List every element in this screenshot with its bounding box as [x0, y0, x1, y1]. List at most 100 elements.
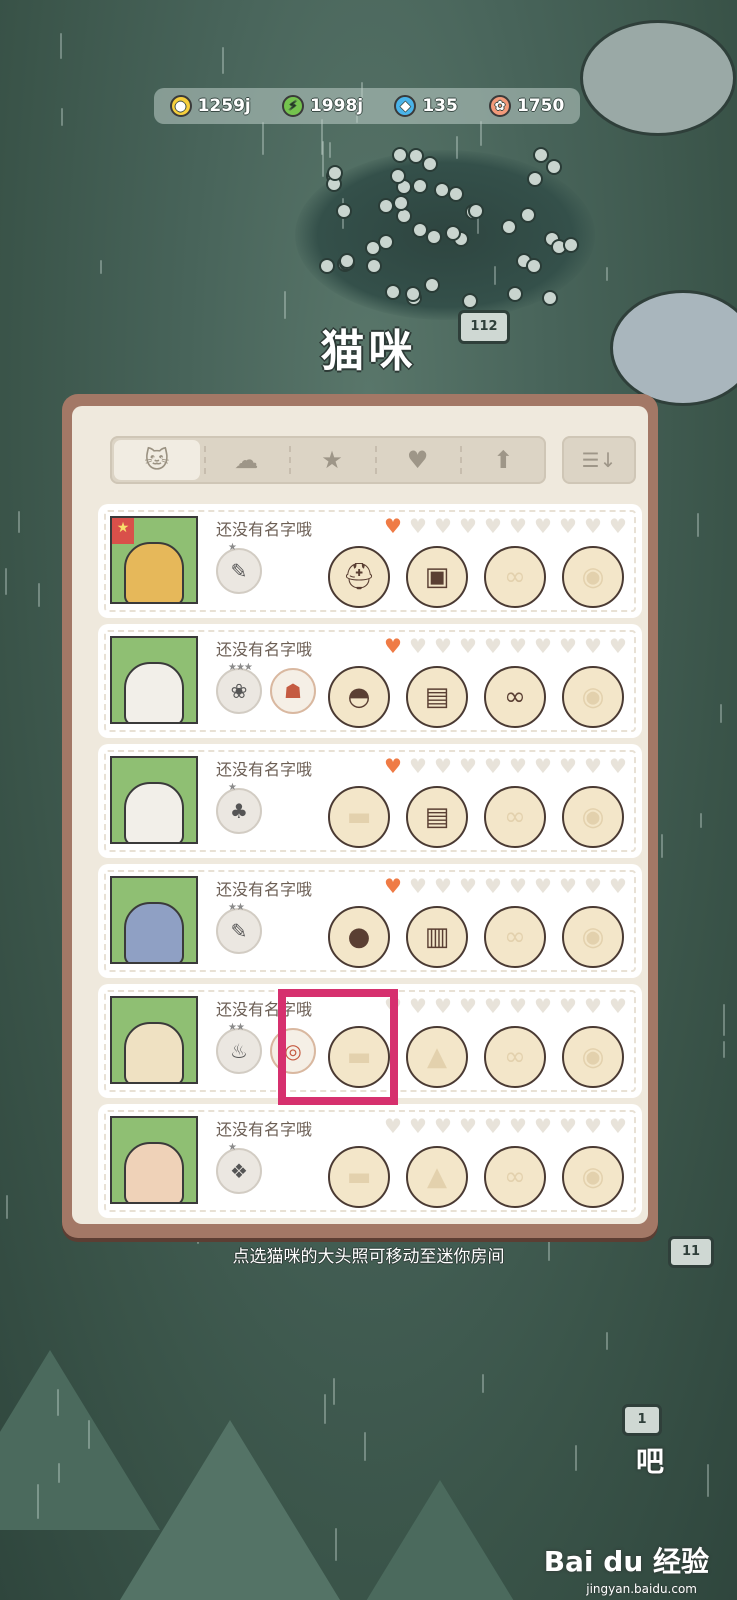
heart-icon: ♥: [559, 514, 577, 538]
resource-item[interactable]: ✿ 1750: [489, 95, 564, 117]
cat-portrait[interactable]: [110, 996, 198, 1084]
glasses-slot[interactable]: ∞: [484, 1026, 546, 1088]
carrot-skill-icon[interactable]: ✎ ★★: [216, 902, 262, 954]
tab-affection[interactable]: ♥: [374, 436, 461, 484]
heart-icon: ♥: [609, 1114, 627, 1138]
glasses-slot[interactable]: ∞: [484, 906, 546, 968]
equipment-icon: ∞: [504, 1042, 526, 1072]
equipment-icon: ⛑: [342, 562, 376, 592]
heart-icon: ♥: [384, 754, 402, 778]
pineapple-skill-icon[interactable]: ❖ ★: [216, 1142, 262, 1194]
tab-cats[interactable]: 🐱: [114, 440, 200, 480]
raindrop: [364, 1432, 367, 1462]
glasses-slot[interactable]: ∞: [484, 786, 546, 848]
hat-slot[interactable]: ▬: [328, 786, 390, 848]
equipment-icon: ▥: [424, 922, 450, 952]
glasses-slot[interactable]: ∞: [484, 1146, 546, 1208]
heart-icon: ♥: [409, 514, 427, 538]
clothes-slot[interactable]: ▲: [406, 1146, 468, 1208]
glasses-slot[interactable]: ∞: [484, 666, 546, 728]
accessory-slot[interactable]: ◉: [562, 666, 624, 728]
resource-value: 1259j: [197, 96, 251, 116]
heart-icon: ♥: [459, 994, 477, 1018]
accessory-slot[interactable]: ◉: [562, 906, 624, 968]
cat-skill-icon[interactable]: ❀ ★★★: [216, 662, 262, 714]
cat-avatar: [124, 1022, 184, 1082]
cat-icon: 🐱: [144, 446, 170, 474]
chef-hat-icon: ☁: [234, 446, 259, 474]
equipment-icon: ∞: [504, 1162, 526, 1192]
gem-icon: ◆: [394, 95, 417, 117]
heart-icon: ♥: [409, 1114, 427, 1138]
cat-portrait[interactable]: [110, 636, 198, 724]
raindrop: [37, 583, 40, 608]
arrow-up-icon: ⬆: [493, 446, 514, 474]
affection-hearts: ♥ ♥ ♥ ♥ ♥ ♥ ♥ ♥ ♥ ♥: [384, 516, 631, 536]
glasses-slot[interactable]: ∞: [484, 546, 546, 608]
hat-slot[interactable]: ⛑: [328, 546, 390, 608]
clothes-slot[interactable]: ▤: [406, 786, 468, 848]
clothes-slot[interactable]: ▣: [406, 546, 468, 608]
pine-tree: [120, 1420, 340, 1600]
accessory-slot[interactable]: ◉: [562, 1146, 624, 1208]
cat-row: ★ 还没有名字哦 ♥ ♥ ♥ ♥ ♥ ♥ ♥ ♥ ♥ ♥ ✎ ★ ⛑ ▣ ∞ ◉: [100, 506, 640, 616]
accessory-slot[interactable]: ◉: [562, 546, 624, 608]
heart-icon: ♥: [534, 514, 552, 538]
skill-icon[interactable]: ✎ ★: [216, 542, 262, 594]
hat-slot[interactable]: ◓: [328, 666, 390, 728]
cat-portrait[interactable]: [110, 756, 198, 844]
accessory-slot[interactable]: ◉: [562, 786, 624, 848]
flower: [379, 199, 392, 212]
flower: [328, 166, 341, 179]
heart-icon: ♥: [459, 754, 477, 778]
cat-portrait[interactable]: ★: [110, 516, 198, 604]
cat-name: 还没有名字哦: [216, 640, 313, 659]
skill-glyph: ✎: [230, 919, 248, 943]
heart-icon: ♥: [584, 1114, 602, 1138]
heart-icon: ♥: [584, 634, 602, 658]
cat-name: 还没有名字哦: [216, 880, 313, 899]
clothes-slot[interactable]: ▥: [406, 906, 468, 968]
tab-level[interactable]: ⬆: [460, 436, 546, 484]
heart-icon: ♥: [584, 874, 602, 898]
resource-item[interactable]: ● 1259j: [169, 95, 251, 117]
heart-icon: ♥: [434, 874, 452, 898]
equipment-icon: ▬: [346, 802, 372, 832]
heart-icon: ♥: [484, 634, 502, 658]
cat-row: 还没有名字哦 ♥ ♥ ♥ ♥ ♥ ♥ ♥ ♥ ♥ ♥ ♣ ★ ▬ ▤ ∞ ◉: [100, 746, 640, 856]
heart-icon: ♥: [559, 634, 577, 658]
clothes-slot[interactable]: ▤: [406, 666, 468, 728]
skill-glyph: ♨: [230, 1039, 248, 1063]
resource-item[interactable]: ◆ 135: [394, 95, 458, 117]
broccoli-skill-icon[interactable]: ♣ ★: [216, 782, 262, 834]
flower: [447, 226, 460, 239]
heart-icon: ♥: [409, 994, 427, 1018]
flower: [534, 149, 547, 162]
cat-portrait[interactable]: [110, 1116, 198, 1204]
heart-icon: ♥: [434, 1114, 452, 1138]
heart-icon: ♥: [384, 874, 402, 898]
resource-item[interactable]: ⚡ 1998j: [281, 95, 364, 117]
resource-value: 1998j: [309, 96, 364, 116]
raindrop: [700, 812, 703, 828]
bottle-skill-icon[interactable]: ♨ ★★: [216, 1022, 262, 1074]
heart-icon: ♥: [559, 1114, 577, 1138]
cat-portrait[interactable]: [110, 876, 198, 964]
hat-slot[interactable]: ●: [328, 906, 390, 968]
tab-chef[interactable]: ☁: [203, 436, 290, 484]
sort-button[interactable]: ☰↓: [562, 436, 636, 484]
balloon-item-icon[interactable]: ☗: [270, 668, 316, 714]
raindrop: [87, 1420, 90, 1449]
hat-slot[interactable]: ▬: [328, 1146, 390, 1208]
flower: [340, 254, 353, 267]
flower: [548, 161, 561, 174]
tab-favorites[interactable]: ★: [289, 436, 375, 484]
equipment-icon: ▲: [427, 1042, 447, 1072]
skill-glyph: ♣: [230, 799, 248, 823]
heart-icon: ♥: [509, 1114, 527, 1138]
clothes-slot[interactable]: ▲: [406, 1026, 468, 1088]
sort-icon: ☰↓: [581, 448, 617, 472]
heart-icon: ♥: [609, 514, 627, 538]
heart-icon: ♥: [484, 514, 502, 538]
accessory-slot[interactable]: ◉: [562, 1026, 624, 1088]
